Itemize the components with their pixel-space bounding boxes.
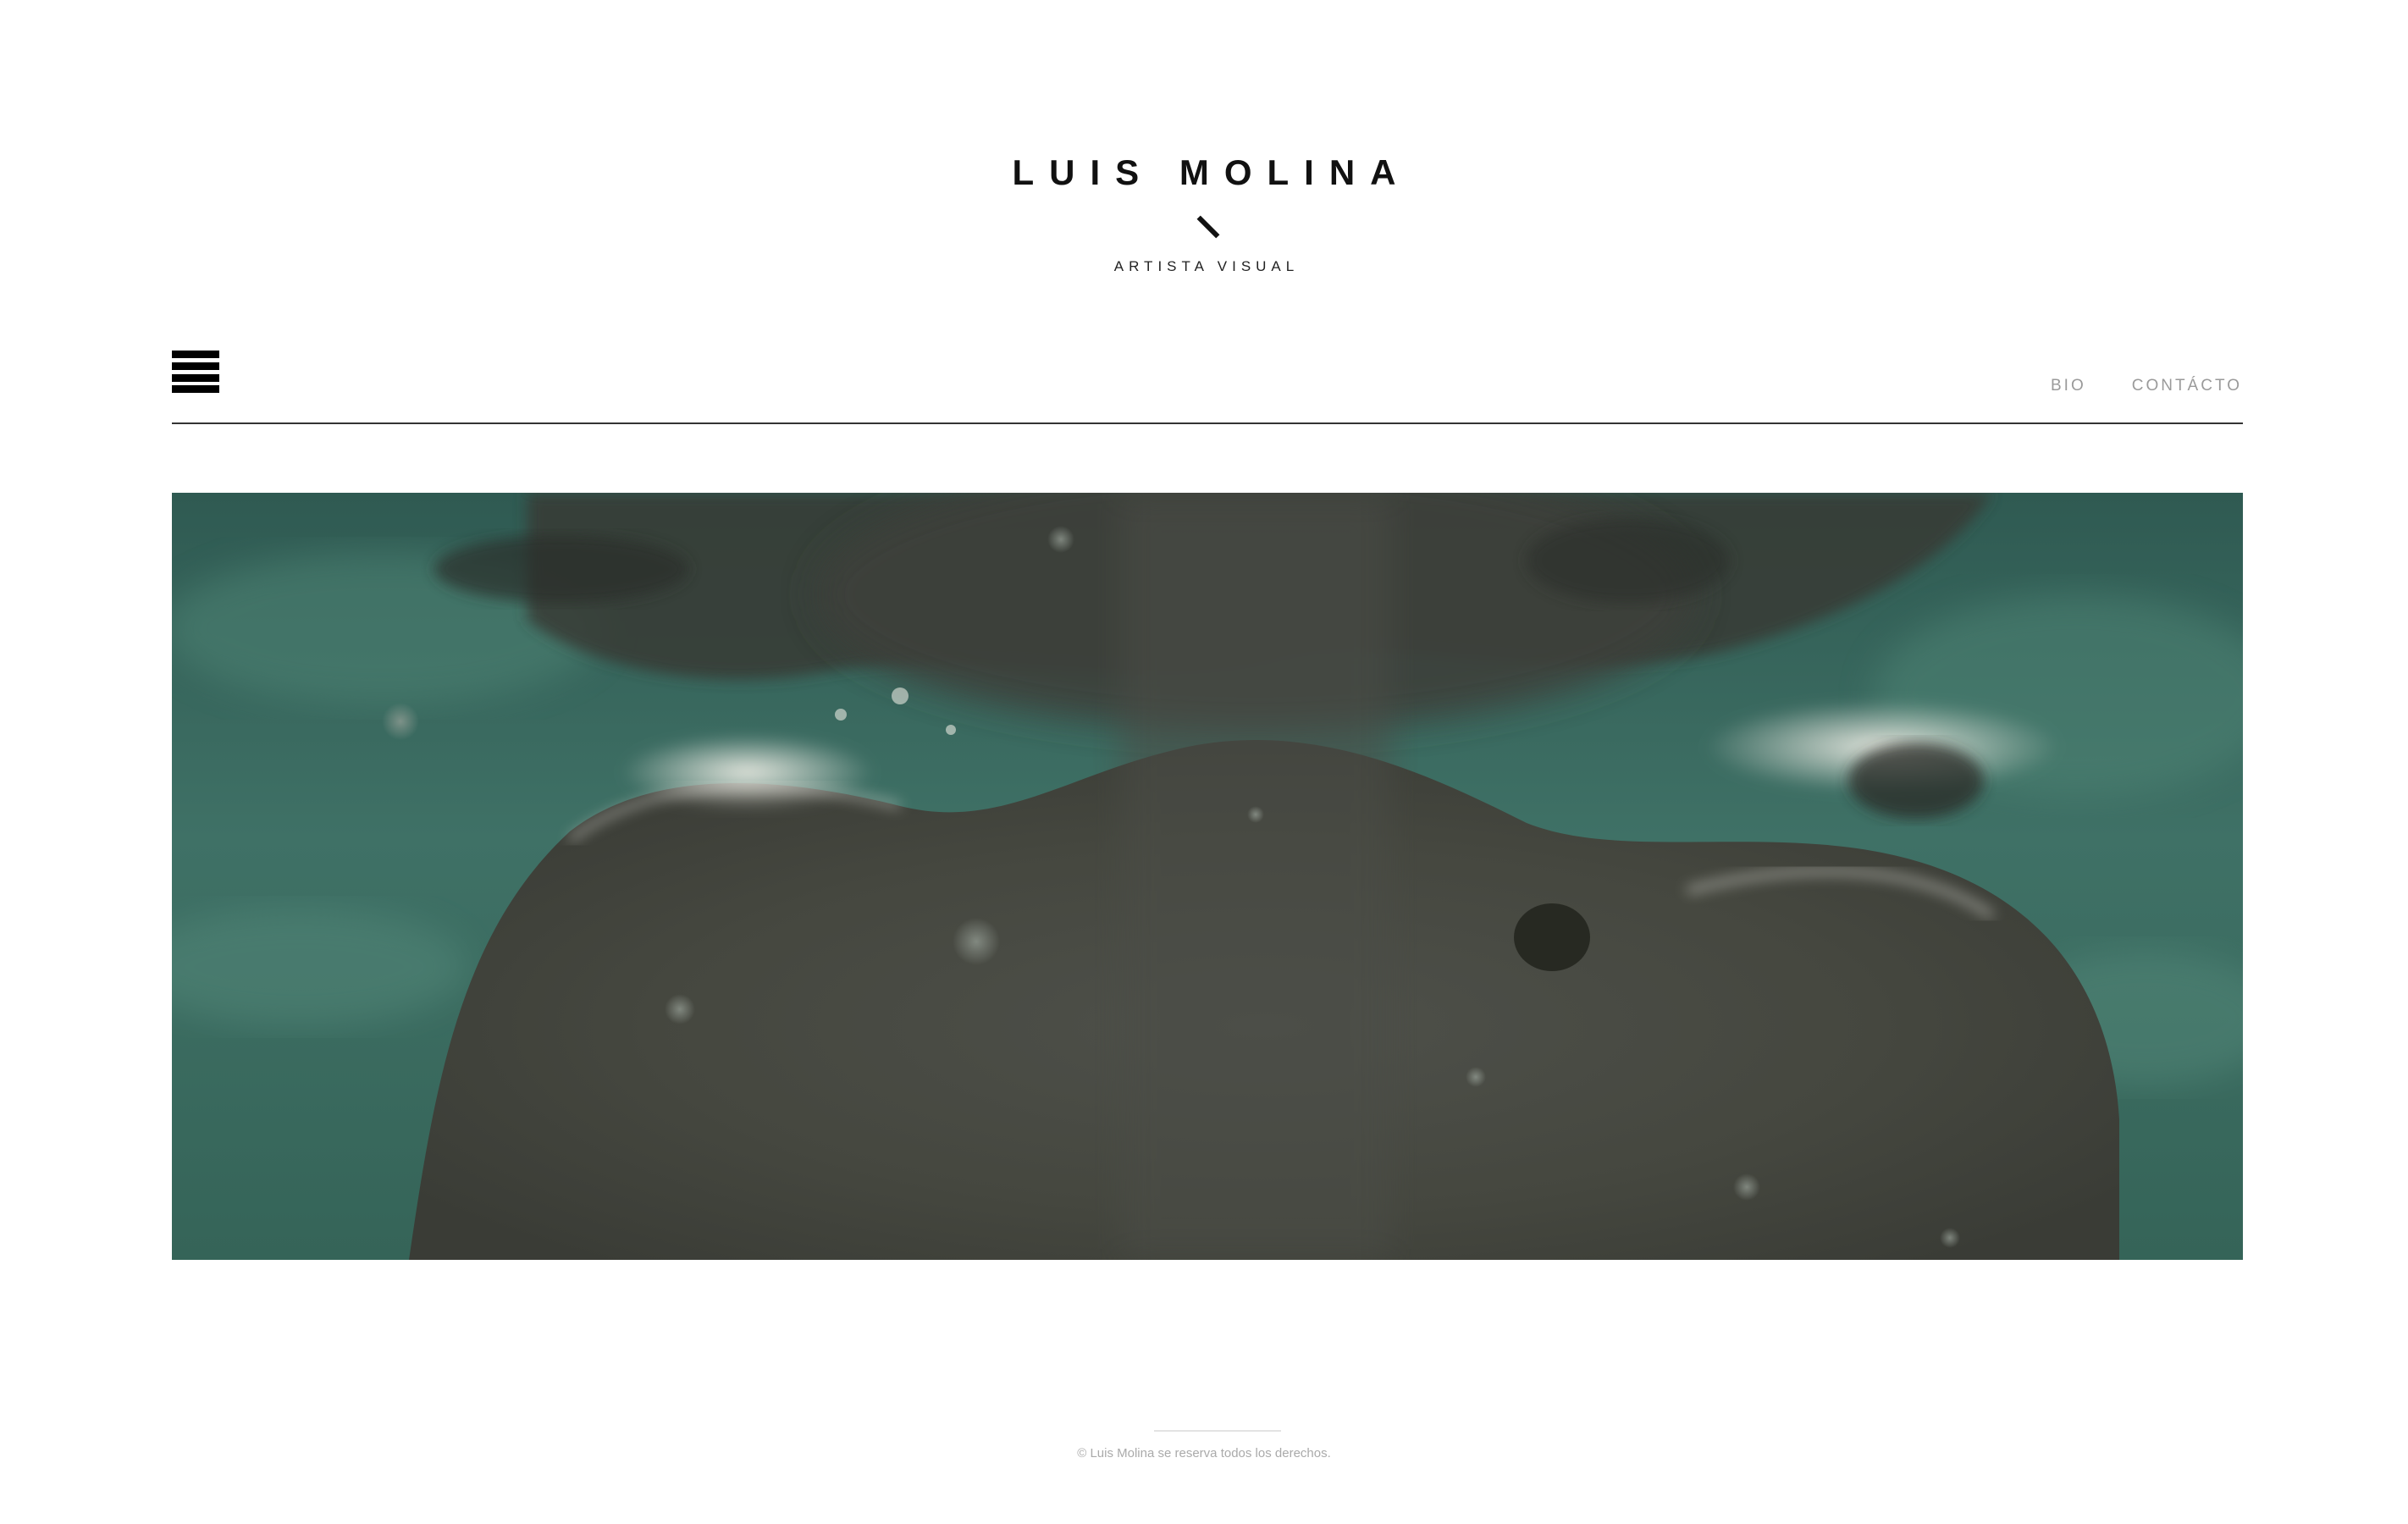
menu-bar — [172, 362, 219, 370]
menu-bar — [172, 374, 219, 382]
main-nav: BIO CONTÁCTO — [2051, 376, 2242, 396]
nav-link-contacto[interactable]: CONTÁCTO — [2132, 376, 2242, 396]
hero-image — [172, 493, 2243, 1260]
nav-link-bio[interactable]: BIO — [2051, 376, 2086, 396]
footer-divider — [1154, 1430, 1281, 1432]
site-subtitle: ARTISTA VISUAL — [1113, 258, 1300, 274]
menu-bar — [172, 385, 219, 393]
logo-slash-mark — [1196, 215, 1220, 239]
menu-bar — [172, 351, 219, 358]
footer-copyright: © Luis Molina se reserva todos los derec… — [1077, 1446, 1331, 1460]
hamburger-menu-icon[interactable] — [172, 351, 219, 393]
underwater-photo — [172, 493, 2243, 1260]
nav-divider — [172, 422, 2243, 424]
site-title[interactable]: LUIS MOLINA — [0, 151, 2408, 195]
